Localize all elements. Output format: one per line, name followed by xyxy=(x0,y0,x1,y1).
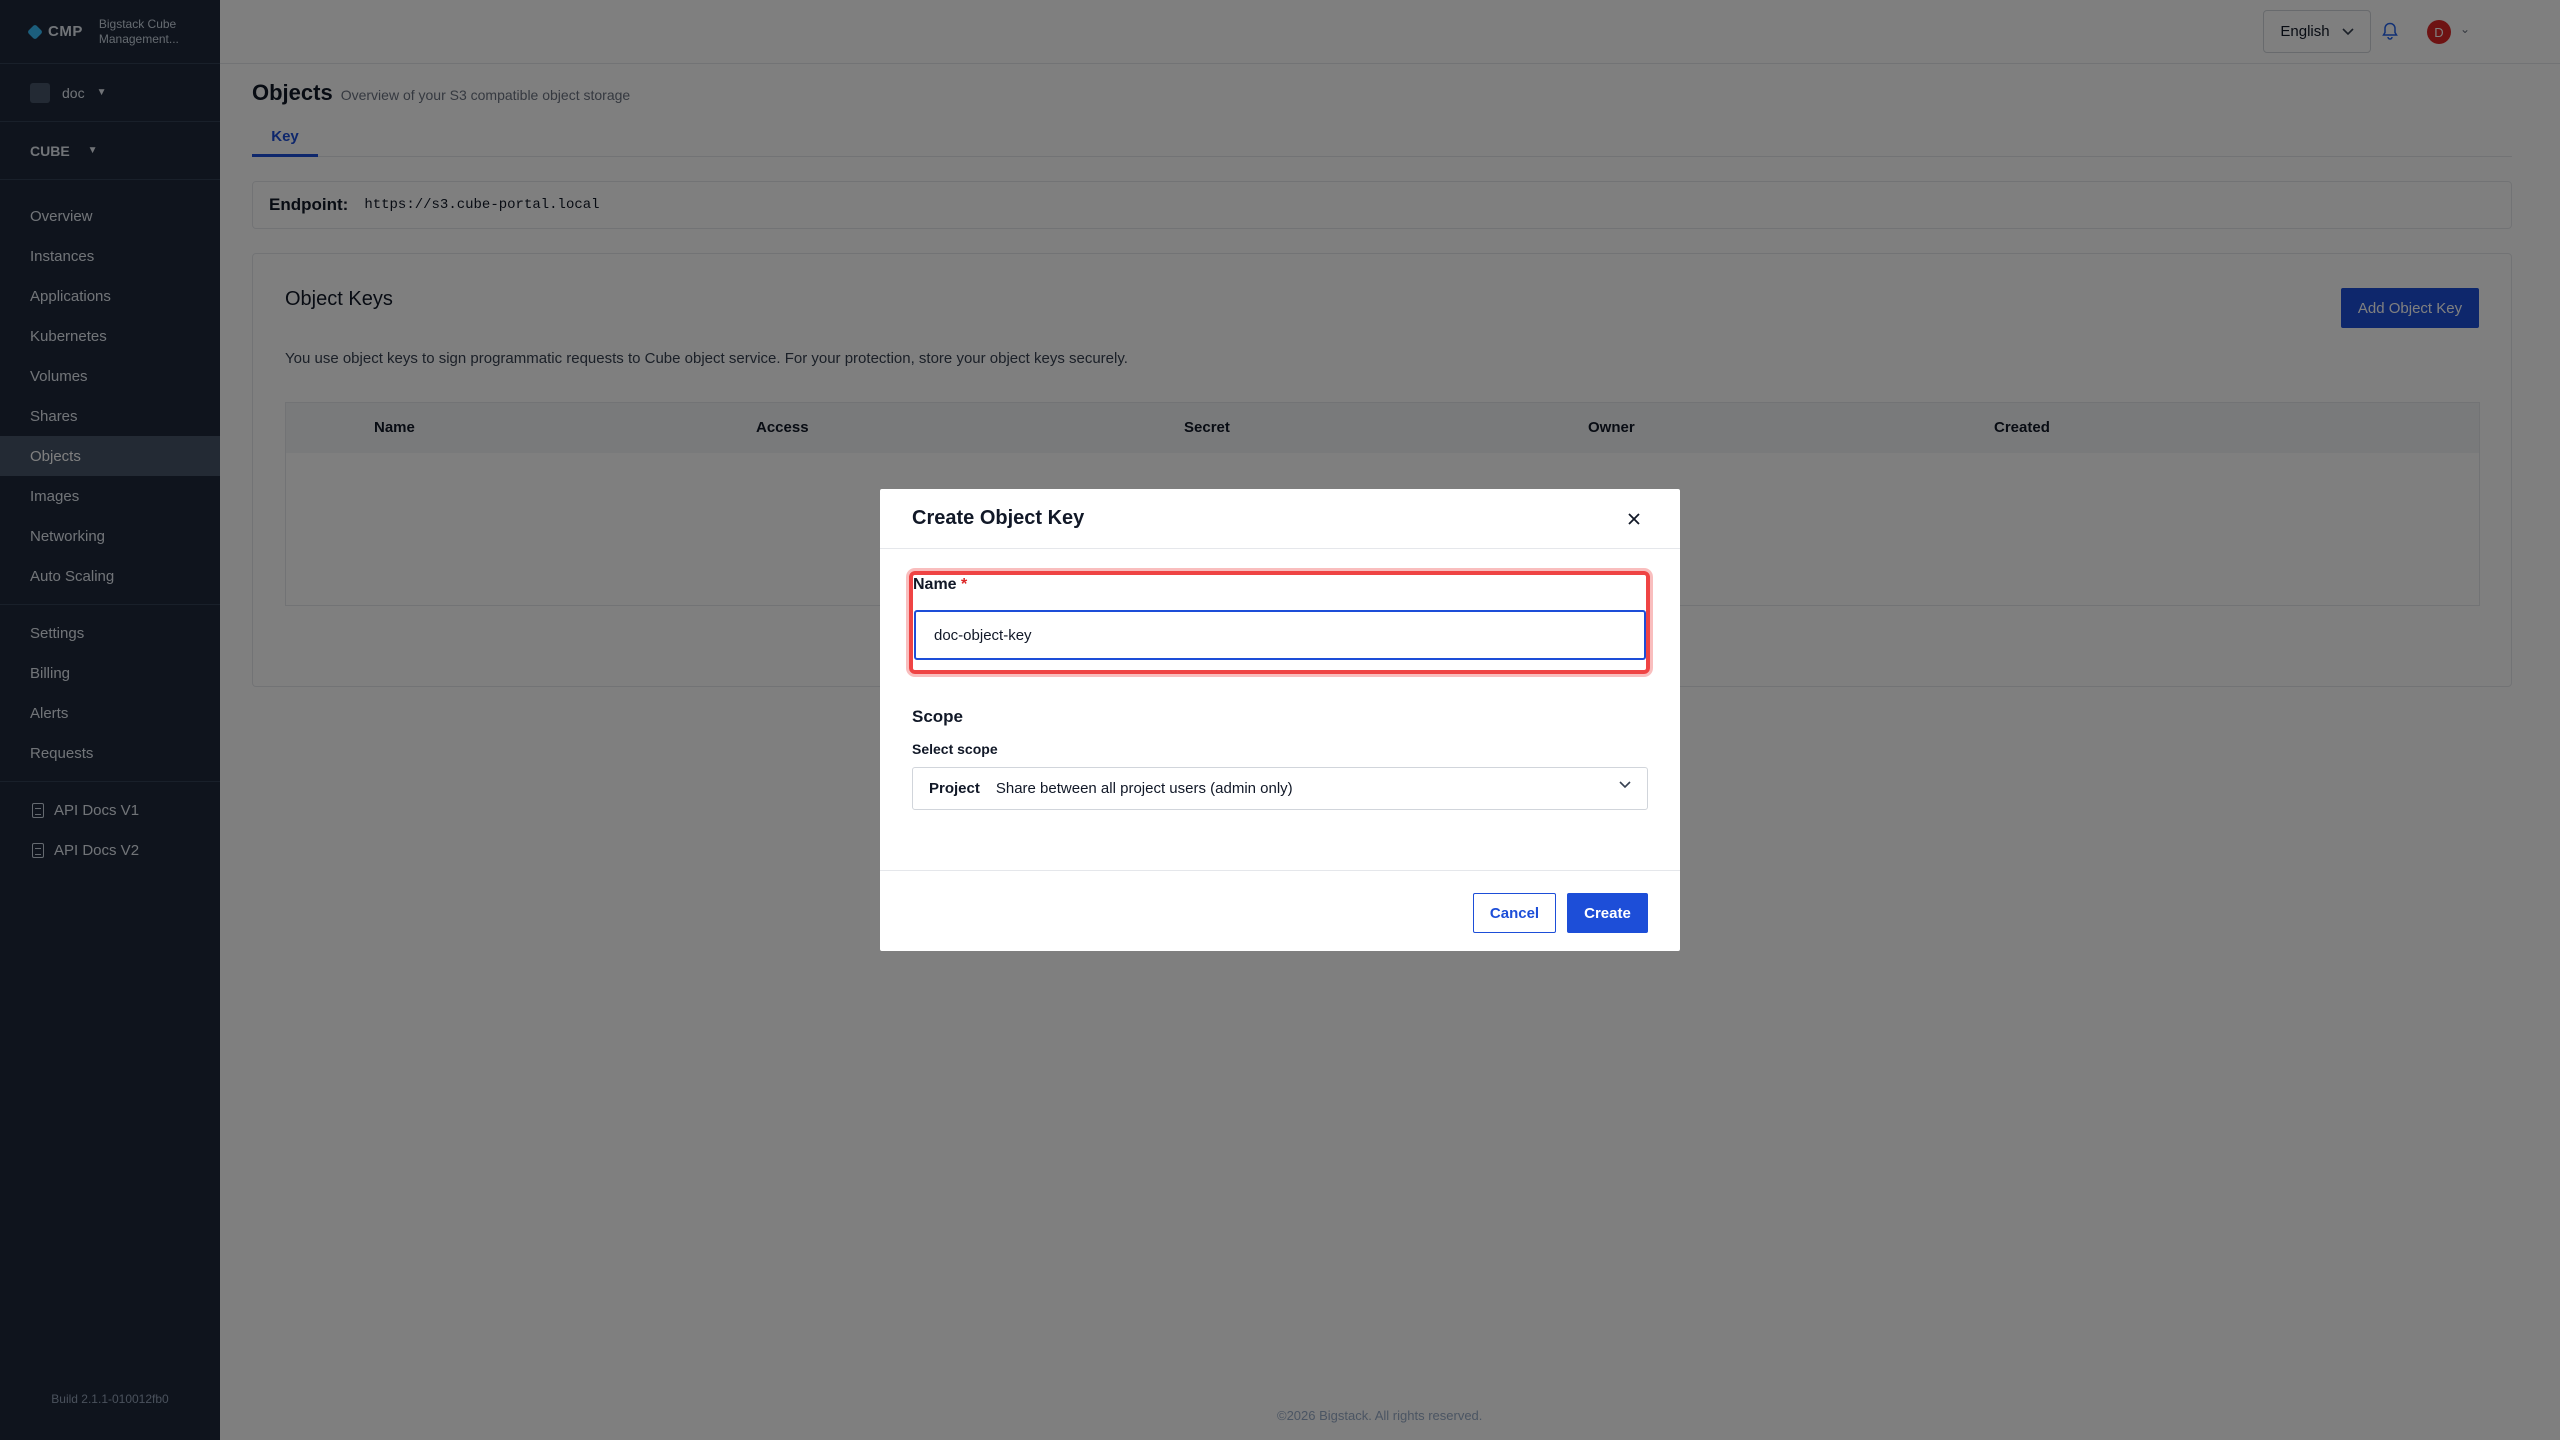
required-marker: * xyxy=(961,576,968,593)
name-label: Name * xyxy=(913,576,967,594)
close-icon[interactable] xyxy=(1626,511,1642,527)
modal-footer: Cancel Create xyxy=(880,870,1680,951)
name-input[interactable] xyxy=(914,610,1646,660)
scope-option-key: Project xyxy=(929,780,980,797)
footer-copyright: ©2026 Bigstack. All rights reserved. xyxy=(1277,1408,1483,1423)
create-button[interactable]: Create xyxy=(1567,893,1648,933)
name-label-text: Name xyxy=(913,576,957,593)
select-scope-label: Select scope xyxy=(912,741,998,757)
name-field-highlight: Name * xyxy=(909,571,1650,674)
scope-title: Scope xyxy=(912,707,964,726)
modal-header: Create Object Key xyxy=(880,489,1680,549)
scope-select[interactable]: Project Share between all project users … xyxy=(912,767,1648,810)
cancel-button[interactable]: Cancel xyxy=(1473,893,1556,933)
create-object-key-dialog: Create Object Key Name * Scope Select sc… xyxy=(880,489,1680,951)
scope-option-description: Share between all project users (admin o… xyxy=(995,780,1293,797)
modal-title: Create Object Key xyxy=(912,507,1085,529)
chevron-down-icon xyxy=(1619,781,1631,789)
